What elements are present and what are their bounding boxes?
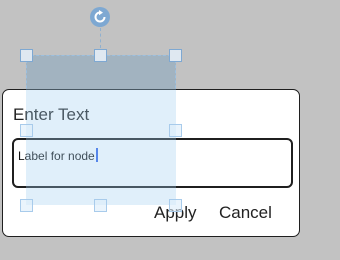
- text-caret: [95, 148, 98, 162]
- resize-handle-top-center[interactable]: [94, 49, 107, 62]
- text-input[interactable]: Label for node: [12, 138, 293, 188]
- rotate-icon[interactable]: [89, 6, 111, 28]
- rotate-connector: [100, 28, 101, 48]
- dialog-title: Enter Text: [13, 105, 90, 124]
- apply-button[interactable]: Apply: [154, 203, 197, 223]
- resize-handle-top-right[interactable]: [169, 49, 182, 62]
- resize-handle-top-left[interactable]: [20, 49, 33, 62]
- cancel-button[interactable]: Cancel: [219, 203, 272, 223]
- input-value: Label for node: [18, 148, 98, 163]
- enter-text-dialog: Enter Text Label for node Apply Cancel: [2, 89, 300, 237]
